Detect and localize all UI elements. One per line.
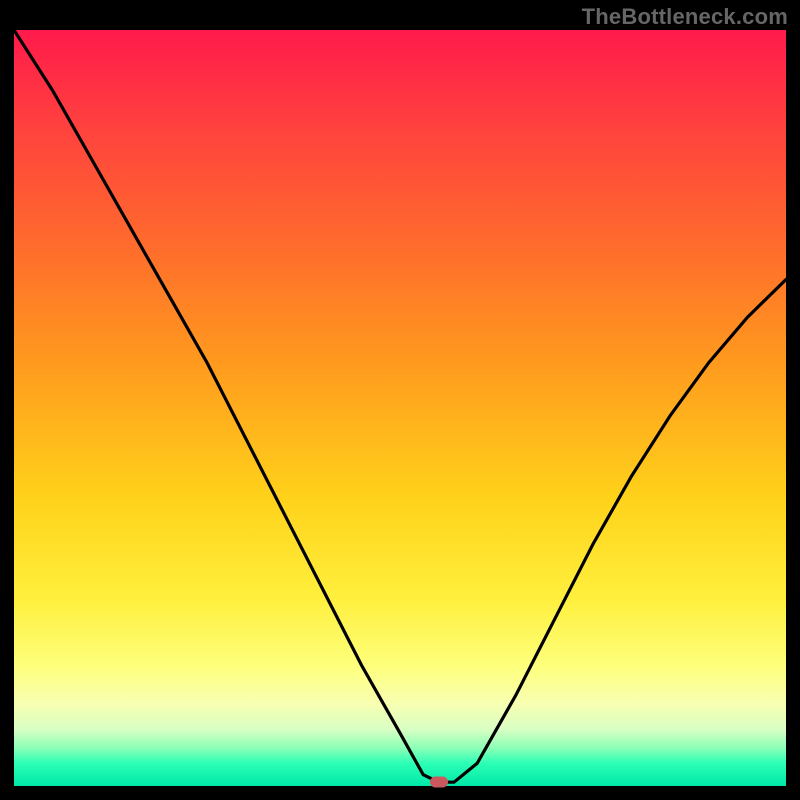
curve-svg xyxy=(14,30,786,786)
chart-frame: TheBottleneck.com xyxy=(0,0,800,800)
plot-area xyxy=(14,30,786,786)
optimum-marker xyxy=(430,777,448,788)
watermark-text: TheBottleneck.com xyxy=(582,4,788,30)
bottleneck-curve-path xyxy=(14,30,786,782)
